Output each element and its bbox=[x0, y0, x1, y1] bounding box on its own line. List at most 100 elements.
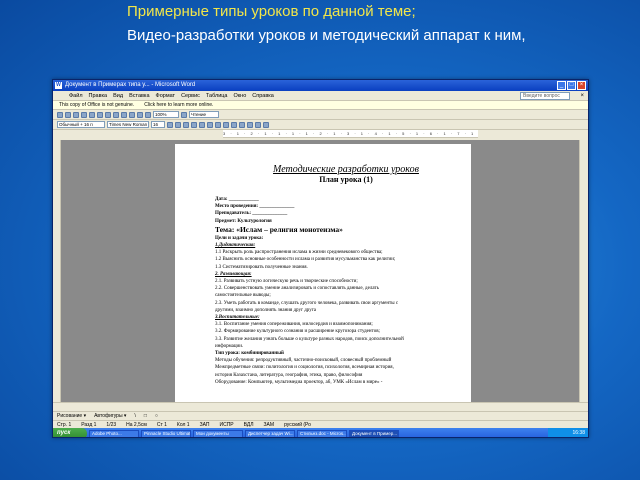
table-icon[interactable] bbox=[145, 111, 151, 118]
oval-tool[interactable]: ○ bbox=[155, 412, 158, 420]
menu-item-edit[interactable]: Правка bbox=[89, 91, 108, 100]
print-icon[interactable] bbox=[81, 111, 87, 118]
document-line: Место проведения: ______________ bbox=[215, 204, 295, 210]
menu-item-view[interactable]: Вид bbox=[113, 91, 123, 100]
document-line: 1.3 Систематизировать полученные знания. bbox=[215, 264, 308, 270]
reading-mode-button[interactable]: Чтение bbox=[189, 111, 219, 118]
document-line: Тема: «Ислам – религия монотеизма» bbox=[215, 224, 343, 234]
undo-icon[interactable] bbox=[129, 111, 135, 118]
taskbar-button-active[interactable]: Документ в Пример... bbox=[349, 429, 399, 437]
maximize-button[interactable]: □ bbox=[567, 81, 576, 90]
help-icon[interactable] bbox=[181, 111, 187, 118]
horizontal-scrollbar[interactable] bbox=[53, 402, 588, 411]
windows-taskbar: пуск Adobe Photo... Pinnacle Studio Ulti… bbox=[53, 428, 588, 437]
align-left-icon[interactable] bbox=[191, 121, 197, 128]
border-icon[interactable] bbox=[247, 121, 253, 128]
bullet-text: Видео-разработки уроков и методический а… bbox=[127, 27, 526, 44]
bold-icon[interactable] bbox=[167, 121, 173, 128]
status-trk[interactable]: ИСПР bbox=[219, 421, 233, 428]
menu-item-file[interactable]: Файл bbox=[69, 91, 83, 100]
document-line: информации. bbox=[215, 343, 244, 349]
taskbar-button[interactable]: Мои документы bbox=[193, 429, 243, 437]
align-right-icon[interactable] bbox=[207, 121, 213, 128]
document-line: Методы обучения: репродуктивный, частичн… bbox=[215, 358, 392, 364]
menu-item-insert[interactable]: Вставка bbox=[129, 91, 149, 100]
autoshapes-menu[interactable]: Автофигуры ▾ bbox=[94, 412, 126, 420]
status-position: На 2,5см bbox=[126, 422, 147, 428]
indent-icon[interactable] bbox=[239, 121, 245, 128]
menu-item-window[interactable]: Окно bbox=[234, 91, 247, 100]
line-tool[interactable]: \ bbox=[134, 412, 135, 420]
start-button[interactable]: пуск bbox=[53, 428, 87, 437]
status-bar: Стр. 1 Разд 1 1/23 На 2,5см Ст 1 Кол 1 З… bbox=[53, 420, 588, 428]
status-line: Ст 1 bbox=[156, 422, 167, 428]
document-line: 2.1. Развивать устную логическую речь и … bbox=[215, 279, 358, 285]
italic-icon[interactable] bbox=[175, 121, 181, 128]
zoom-select[interactable]: 100% bbox=[153, 111, 179, 118]
menu-item-help[interactable]: Справка bbox=[252, 91, 274, 100]
status-ovr[interactable]: ЗАМ bbox=[264, 421, 275, 428]
bullets-icon[interactable] bbox=[231, 121, 237, 128]
word-window-screenshot: W Документ в Примерах типа у... - Micros… bbox=[52, 79, 589, 438]
menu-item-format[interactable]: Формат bbox=[156, 91, 176, 100]
new-document-icon[interactable] bbox=[57, 111, 63, 118]
minimize-button[interactable]: _ bbox=[557, 81, 566, 90]
save-icon[interactable] bbox=[73, 111, 79, 118]
status-column: Кол 1 bbox=[176, 422, 190, 428]
document-line: 1.2 Выяснить основные особенности ислама… bbox=[215, 257, 396, 263]
menu-item-tools[interactable]: Сервис bbox=[181, 91, 200, 100]
justify-icon[interactable] bbox=[215, 121, 221, 128]
status-language: русский (Ро bbox=[284, 422, 311, 428]
infobar-link[interactable]: Click here to learn more online. bbox=[144, 101, 213, 109]
font-color-icon[interactable] bbox=[263, 121, 269, 128]
taskbar-button[interactable]: Диспетчер задач Wi... bbox=[245, 429, 295, 437]
taskbar-button[interactable]: Стильнз.doc - Micros... bbox=[297, 429, 347, 437]
open-icon[interactable] bbox=[65, 111, 71, 118]
preview-icon[interactable] bbox=[89, 111, 95, 118]
help-search-input[interactable]: Введите вопрос bbox=[520, 92, 570, 100]
taskbar-button[interactable]: Pinnacle Studio Ultimat... bbox=[141, 429, 191, 437]
bullet-line-2: Видео-разработки уроков и методический а… bbox=[105, 27, 526, 44]
system-clock: 16:38 bbox=[548, 428, 588, 437]
taskbar-button[interactable]: Adobe Photo... bbox=[89, 429, 139, 437]
rectangle-tool[interactable]: □ bbox=[144, 412, 147, 420]
status-page-count: 1/23 bbox=[106, 422, 117, 428]
numbering-icon[interactable] bbox=[223, 121, 229, 128]
standard-toolbar: 100% Чтение bbox=[53, 110, 588, 120]
close-button[interactable]: × bbox=[577, 81, 586, 90]
status-page: Стр. 1 bbox=[57, 422, 72, 428]
redo-icon[interactable] bbox=[137, 111, 143, 118]
document-line: Цели и задачи урока: bbox=[215, 235, 264, 241]
spellcheck-icon[interactable] bbox=[97, 111, 103, 118]
document-line: Дата: ____________ bbox=[215, 197, 259, 202]
underline-icon[interactable] bbox=[183, 121, 189, 128]
infobar-message: This copy of Office is not genuine. bbox=[59, 102, 135, 108]
document-close-button[interactable]: × bbox=[580, 91, 584, 101]
document-line: 1.1 Раскрыть роль распространения ислама… bbox=[215, 250, 383, 256]
copy-icon[interactable] bbox=[113, 111, 119, 118]
drawing-menu[interactable]: Рисование ▾ bbox=[57, 412, 86, 420]
paste-icon[interactable] bbox=[121, 111, 127, 118]
document-line: 3.Воспитательные: bbox=[215, 315, 260, 321]
document-line: 3.2. Формирование культурного сознания и… bbox=[215, 329, 380, 335]
status-ext[interactable]: ВДЛ bbox=[244, 421, 254, 428]
status-rec[interactable]: ЗАП bbox=[200, 421, 210, 428]
style-select[interactable]: Обычный + 16 п bbox=[57, 121, 105, 128]
cut-icon[interactable] bbox=[105, 111, 111, 118]
vertical-scrollbar[interactable] bbox=[579, 140, 588, 402]
document-line: 3.1. Воспитание умения сопереживания, ми… bbox=[215, 322, 373, 328]
menu-bar: Файл Правка Вид Вставка Формат Сервис Та… bbox=[53, 91, 588, 101]
font-size-select[interactable]: 16 bbox=[151, 121, 165, 128]
document-line: Преподаватель: ______________ bbox=[215, 211, 288, 217]
highlight-icon[interactable] bbox=[255, 121, 261, 128]
font-select[interactable]: Times New Roman bbox=[107, 121, 149, 128]
document-page[interactable]: Методические разработки уроков План урок… bbox=[175, 144, 471, 402]
horizontal-ruler[interactable]: 3 · 1 · 2 · 1 · 1 · 1 · 1 · 2 · 1 · 3 · … bbox=[223, 130, 478, 138]
drawing-toolbar: Рисование ▾ Автофигуры ▾ \ □ ○ bbox=[53, 411, 588, 420]
document-line: 3.3. Развитие желания узнать больше о ку… bbox=[215, 336, 404, 342]
bullet-text: Примерные типы уроков по данной теме; bbox=[127, 3, 416, 20]
vertical-ruler[interactable] bbox=[53, 140, 61, 402]
word-app-icon: W bbox=[55, 82, 62, 89]
menu-item-table[interactable]: Таблица bbox=[206, 91, 228, 100]
align-center-icon[interactable] bbox=[199, 121, 205, 128]
